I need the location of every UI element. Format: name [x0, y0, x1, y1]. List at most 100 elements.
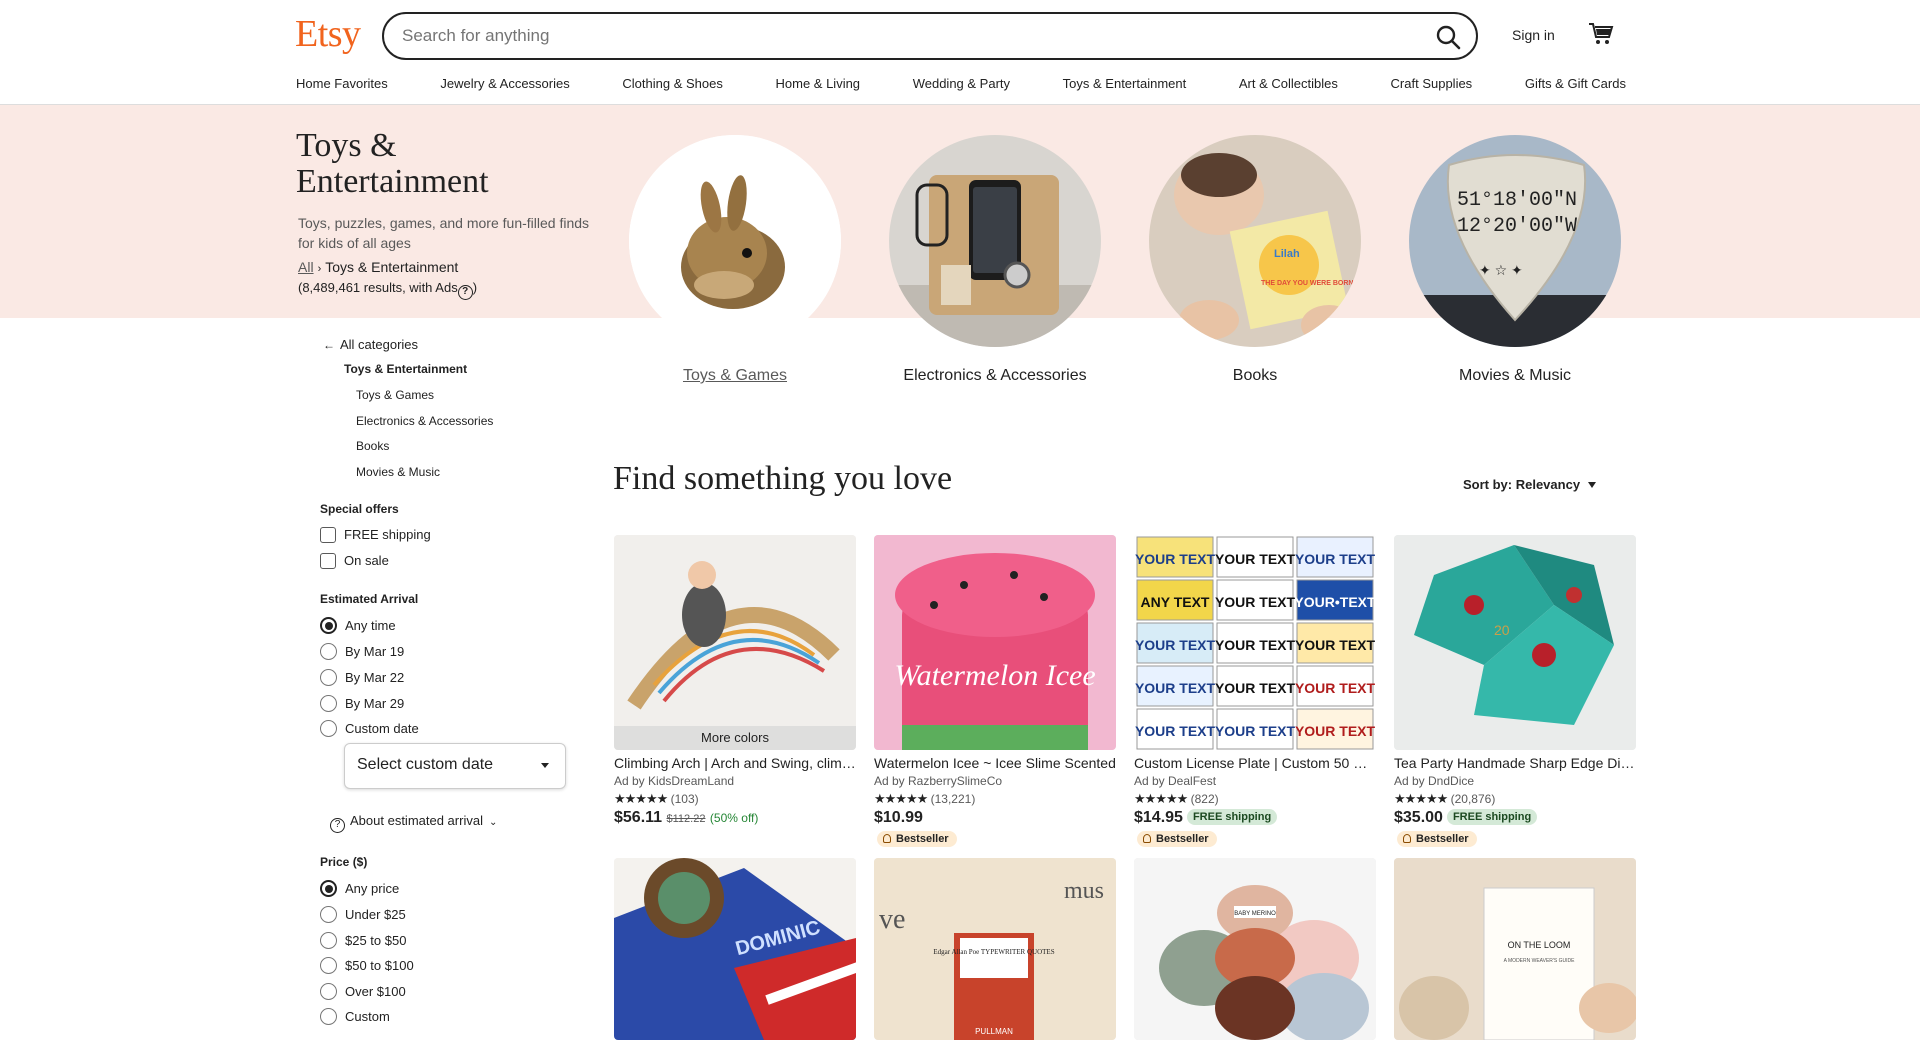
- search-input[interactable]: [402, 14, 1382, 58]
- listing-card[interactable]: YOUR TEXT YOUR TEXT YOUR TEXT ANY TEXT YOUR …: [1134, 535, 1376, 847]
- nav-art[interactable]: Art & Collectibles: [1239, 76, 1338, 91]
- free-shipping-checkbox[interactable]: FREE shipping: [320, 527, 431, 543]
- price-50-100[interactable]: $50 to $100: [320, 957, 414, 974]
- listing-shop[interactable]: Ad by DealFest: [1134, 774, 1376, 788]
- listing-card[interactable]: Watermelon Icee Watermelon Icee ~ Icee S…: [874, 535, 1116, 847]
- cart-icon[interactable]: [1588, 22, 1614, 46]
- nav-jewelry[interactable]: Jewelry & Accessories: [440, 76, 569, 91]
- listing-image[interactable]: Watermelon Icee: [874, 535, 1116, 750]
- license-plate-text: YOUR•TEXT: [1294, 594, 1376, 610]
- subcategory-toys-games[interactable]: Toys & Games: [629, 135, 841, 385]
- price-any[interactable]: Any price: [320, 880, 399, 897]
- current-category[interactable]: Toys & Entertainment: [344, 362, 467, 376]
- arrival-any-time[interactable]: Any time: [320, 617, 396, 634]
- subcategory-label[interactable]: Toys & Games: [629, 367, 841, 385]
- subcategory-books[interactable]: Lilah THE DAY YOU WERE BORN Books: [1149, 135, 1361, 385]
- radio[interactable]: [320, 695, 337, 712]
- subcategory-label[interactable]: Movies & Music: [1409, 367, 1621, 385]
- etsy-logo[interactable]: Etsy: [295, 12, 361, 56]
- custom-date-select[interactable]: Select custom date: [344, 743, 566, 789]
- price-under-25[interactable]: Under $25: [320, 906, 406, 923]
- sort-dropdown[interactable]: Sort by: Relevancy: [1463, 477, 1597, 492]
- subcat-electronics[interactable]: Electronics & Accessories: [356, 414, 493, 428]
- license-plate-text: ANY TEXT: [1141, 594, 1210, 610]
- arrival-custom[interactable]: Custom date: [320, 720, 419, 737]
- subcategory-label[interactable]: Electronics & Accessories: [889, 367, 1101, 385]
- radio[interactable]: [320, 617, 337, 634]
- radio[interactable]: [320, 643, 337, 660]
- radio[interactable]: [320, 880, 337, 897]
- more-colors-overlay[interactable]: More colors: [614, 726, 856, 750]
- subcat-toys-games[interactable]: Toys & Games: [356, 388, 434, 402]
- svg-text:mus: mus: [1064, 878, 1104, 904]
- radio[interactable]: [320, 669, 337, 686]
- arrival-heading: Estimated Arrival: [320, 592, 419, 606]
- on-sale-checkbox[interactable]: On sale: [320, 553, 389, 569]
- subcat-movies-music[interactable]: Movies & Music: [356, 465, 440, 479]
- help-icon: ?: [330, 818, 345, 833]
- listing-title[interactable]: Tea Party Handmade Sharp Edge Dice Set: [1394, 755, 1636, 771]
- radio[interactable]: [320, 720, 337, 737]
- listing-image[interactable]: BABY MERINO: [1134, 858, 1376, 1040]
- review-count: (13,221): [930, 792, 976, 806]
- bestseller-badge: Bestseller: [877, 831, 957, 847]
- checkbox[interactable]: [320, 527, 336, 543]
- listing-card[interactable]: More colors Climbing Arch | Arch and Swi…: [614, 535, 856, 827]
- listing-card[interactable]: 20 Tea Party Handmade Sharp Edge Dice Se…: [1394, 535, 1636, 847]
- price-custom[interactable]: Custom: [320, 1008, 390, 1025]
- listing-card[interactable]: BABY MERINO: [1134, 858, 1376, 1040]
- radio[interactable]: [320, 957, 337, 974]
- all-categories-link[interactable]: ← All categories: [323, 337, 418, 352]
- help-icon[interactable]: ?: [457, 285, 473, 300]
- listing-image[interactable]: ON THE LOOM A MODERN WEAVER'S GUIDE: [1394, 858, 1636, 1040]
- listing-shop[interactable]: Ad by RazberrySlimeCo: [874, 774, 1116, 788]
- listing-image[interactable]: More colors: [614, 535, 856, 750]
- subcat-books[interactable]: Books: [356, 439, 389, 453]
- radio[interactable]: [320, 906, 337, 923]
- listing-image[interactable]: ve mus Edgar Allan Poe TYPEWRITER QUOTES…: [874, 858, 1116, 1040]
- listing-card[interactable]: DOMINIC: [614, 858, 856, 1040]
- sign-in-link[interactable]: Sign in: [1512, 27, 1555, 43]
- listing-image[interactable]: DOMINIC: [614, 858, 856, 1040]
- arrival-mar-22[interactable]: By Mar 22: [320, 669, 404, 686]
- search-bar[interactable]: [382, 12, 1478, 60]
- radio-label: Over $100: [345, 984, 406, 999]
- listing-title[interactable]: Watermelon Icee ~ Icee Slime Scented: [874, 755, 1116, 771]
- nav-craft[interactable]: Craft Supplies: [1391, 76, 1473, 91]
- radio[interactable]: [320, 1008, 337, 1025]
- nav-home-living[interactable]: Home & Living: [776, 76, 861, 91]
- breadcrumb-all[interactable]: All: [298, 259, 314, 275]
- listing-shop[interactable]: Ad by DndDice: [1394, 774, 1636, 788]
- listing-card[interactable]: ve mus Edgar Allan Poe TYPEWRITER QUOTES…: [874, 858, 1116, 1040]
- nav-toys[interactable]: Toys & Entertainment: [1063, 76, 1187, 91]
- search-icon[interactable]: [1434, 23, 1462, 51]
- nav-wedding[interactable]: Wedding & Party: [913, 76, 1010, 91]
- price-25-50[interactable]: $25 to $50: [320, 932, 406, 949]
- radio[interactable]: [320, 932, 337, 949]
- subcategory-movies-music[interactable]: 51°18'00"N 12°20'00"W ✦ ☆ ✦ Movies & Mus…: [1409, 135, 1621, 385]
- price-over-100[interactable]: Over $100: [320, 983, 406, 1000]
- caret-down-icon: [541, 763, 549, 768]
- listing-image[interactable]: YOUR TEXT YOUR TEXT YOUR TEXT ANY TEXT YOUR …: [1134, 535, 1376, 750]
- listing-card[interactable]: ON THE LOOM A MODERN WEAVER'S GUIDE: [1394, 858, 1636, 1040]
- listing-title[interactable]: Custom License Plate | Custom 50 States: [1134, 755, 1376, 771]
- nav-gifts[interactable]: Gifts & Gift Cards: [1525, 76, 1626, 91]
- checkbox[interactable]: [320, 553, 336, 569]
- free-shipping-badge: FREE shipping: [1186, 809, 1278, 825]
- radio[interactable]: [320, 983, 337, 1000]
- listing-shop[interactable]: Ad by KidsDreamLand: [614, 774, 856, 788]
- license-plate-text: YOUR TEXT: [1215, 680, 1296, 696]
- subcategory-electronics[interactable]: Electronics & Accessories: [889, 135, 1101, 385]
- arrival-mar-29[interactable]: By Mar 29: [320, 695, 404, 712]
- listing-title[interactable]: Climbing Arch | Arch and Swing, climbing…: [614, 755, 856, 771]
- review-count: (103): [670, 792, 699, 806]
- license-plate-text: YOUR TEXT: [1295, 551, 1376, 567]
- arrival-mar-19[interactable]: By Mar 19: [320, 643, 404, 660]
- arrow-left-icon: ←: [323, 338, 335, 352]
- about-arrival-link[interactable]: ? About estimated arrival ⌄: [330, 813, 497, 833]
- subcategory-label[interactable]: Books: [1149, 367, 1361, 385]
- nav-clothing[interactable]: Clothing & Shoes: [622, 76, 722, 91]
- book-title-text: THE DAY YOU WERE BORN: [1261, 280, 1353, 287]
- listing-image[interactable]: 20: [1394, 535, 1636, 750]
- nav-home-favorites[interactable]: Home Favorites: [296, 76, 388, 91]
